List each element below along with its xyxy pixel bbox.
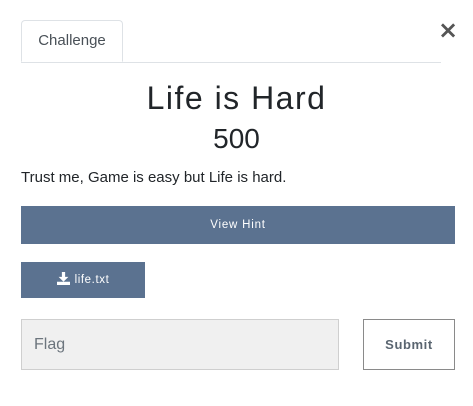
challenge-title: Life is Hard (146, 80, 327, 116)
close-icon[interactable]: × (438, 16, 458, 44)
challenge-modal: × Challenge Life is Hard 500 Trust me, G… (0, 0, 473, 406)
tab-challenge[interactable]: Challenge (21, 20, 123, 62)
view-hint-button[interactable]: View Hint (21, 206, 455, 244)
close-button[interactable]: × (438, 18, 458, 42)
challenge-points: 500 (213, 123, 260, 154)
submit-button[interactable]: Submit (363, 319, 455, 370)
file-name: life.txt (74, 274, 110, 286)
flag-input[interactable] (21, 319, 339, 370)
download-icon (56, 272, 70, 285)
challenge-description: Trust me, Game is easy but Life is hard. (21, 169, 287, 186)
download-file-button[interactable]: life.txt (21, 262, 145, 298)
tab-bar: Challenge (21, 20, 441, 63)
